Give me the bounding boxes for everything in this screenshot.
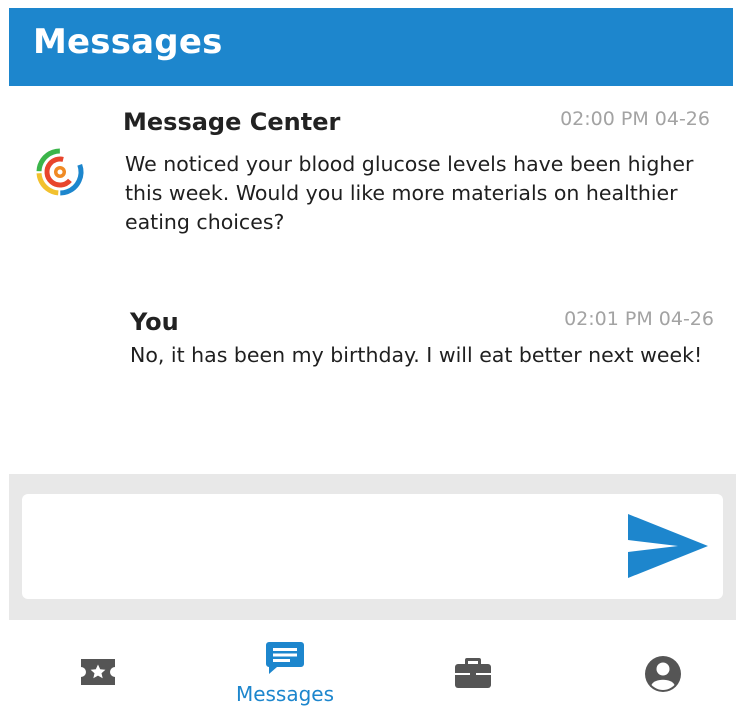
message-sender: You [130,308,179,336]
message-sender: Message Center [123,108,341,136]
message-text: No, it has been my birthday. I will eat … [130,343,703,367]
tab-rewards[interactable] [38,620,158,720]
message-timestamp: 02:01 PM 04-26 [564,308,714,330]
send-icon[interactable] [626,512,710,580]
tab-profile[interactable] [603,620,723,720]
message-composer [9,474,736,620]
briefcase-icon [455,658,491,688]
message-item: Message Center 02:00 PM 04-26 We noticed… [0,96,738,266]
page-title: Messages [33,22,223,62]
ticket-icon [81,659,115,685]
message-input[interactable] [22,494,723,599]
message-item: You 02:01 PM 04-26 No, it has been my bi… [0,296,738,426]
chat-bubble-icon [266,642,304,674]
tab-messages[interactable]: Messages [225,620,345,720]
message-text: We noticed your blood glucose levels hav… [125,152,694,234]
tab-messages-label: Messages [235,682,335,706]
tab-briefcase[interactable] [413,620,533,720]
bottom-tab-bar: Messages [0,620,738,725]
message-timestamp: 02:00 PM 04-26 [560,108,710,130]
app-header: Messages [9,8,733,86]
message-center-logo-icon [36,148,84,196]
app-screen: Messages Message Center 02:00 PM 04-26 W… [0,0,738,725]
user-circle-icon [645,656,681,692]
